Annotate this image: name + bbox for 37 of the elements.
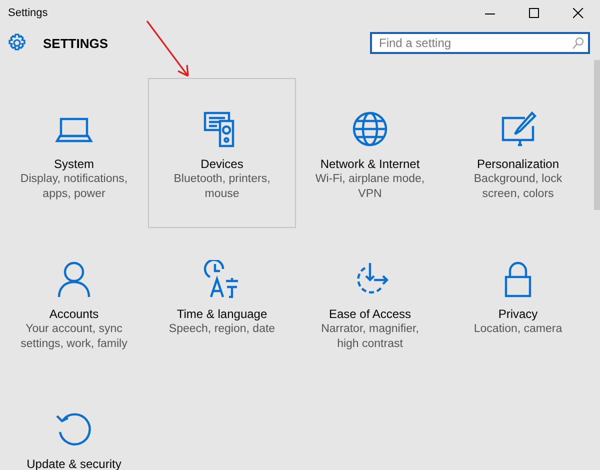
category-title: Network & Internet bbox=[320, 157, 420, 172]
category-description: Speech, region, date bbox=[168, 322, 276, 337]
category-tile[interactable]: Time & language Speech, region, date bbox=[148, 228, 296, 378]
category-description: Your account, sync settings, work, family bbox=[20, 322, 128, 352]
category-description: Wi-Fi, airplane mode, VPN bbox=[314, 172, 426, 202]
search-field[interactable]: Find a setting bbox=[370, 32, 590, 54]
category-tile[interactable]: System Display, notifications, apps, power bbox=[0, 78, 148, 228]
category-description: Narrator, magnifier, high contrast bbox=[320, 322, 420, 352]
refresh-icon bbox=[55, 410, 93, 448]
category-description: Background, lock screen, colors bbox=[472, 172, 564, 202]
monitor-brush-icon bbox=[499, 110, 537, 148]
category-title: Ease of Access bbox=[328, 307, 412, 322]
category-tile[interactable]: Accounts Your account, sync settings, work, family bbox=[0, 228, 148, 378]
category-title: Privacy bbox=[498, 307, 538, 322]
search-icon bbox=[572, 37, 584, 49]
scrollbar-thumb[interactable] bbox=[594, 60, 600, 210]
person-icon bbox=[55, 260, 93, 298]
globe-icon bbox=[351, 110, 389, 148]
category-tile[interactable]: Ease of Access Narrator, magnifier, high contrast bbox=[296, 228, 444, 378]
window-title: Settings bbox=[8, 7, 48, 19]
category-title: Personalization bbox=[476, 157, 560, 172]
close-icon bbox=[572, 8, 584, 18]
category-description: Bluetooth, printers, mouse bbox=[172, 172, 272, 202]
category-description: Display, notifications, apps, power bbox=[19, 172, 129, 202]
settings-icon bbox=[7, 33, 27, 53]
category-tile[interactable]: Devices Bluetooth, printers, mouse bbox=[148, 78, 296, 228]
category-tile[interactable]: Network & Internet Wi-Fi, airplane mode, VPN bbox=[296, 78, 444, 228]
category-title: Time & language bbox=[176, 307, 268, 322]
category-description: Location, camera bbox=[472, 322, 564, 337]
clock-language-icon bbox=[203, 260, 241, 298]
category-title: Accounts bbox=[49, 307, 99, 322]
category-tile[interactable]: Personalization Background, lock screen, colors bbox=[444, 78, 592, 228]
category-tile[interactable]: Privacy Location, camera bbox=[444, 228, 592, 378]
category-title: Devices bbox=[200, 157, 244, 172]
maximize-icon bbox=[528, 8, 540, 18]
category-title: System bbox=[54, 157, 94, 172]
page-title: SETTINGS bbox=[43, 36, 108, 50]
